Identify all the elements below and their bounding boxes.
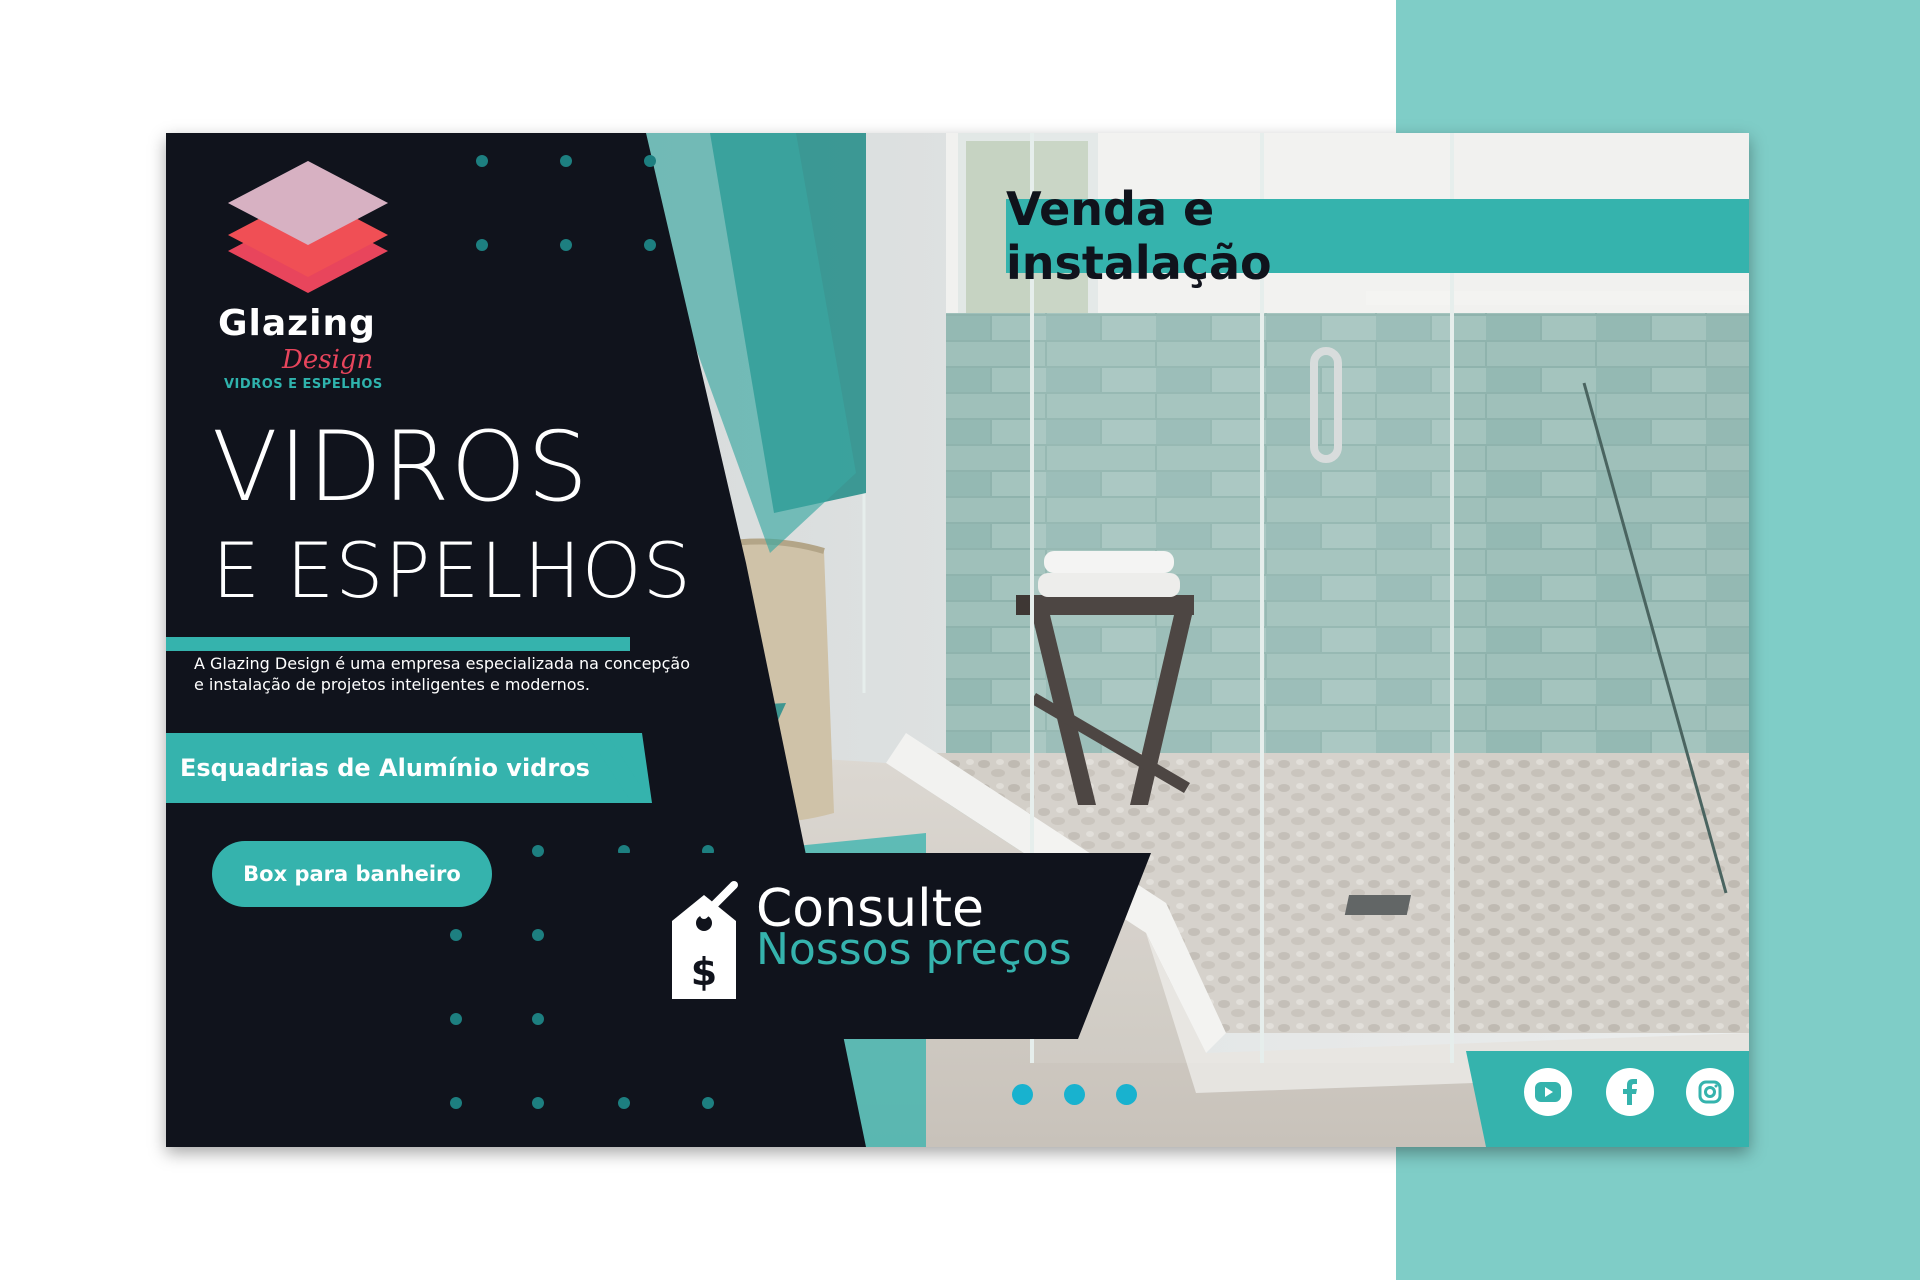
nossos-precos-text[interactable]: Nossos preços (756, 927, 1072, 973)
description-line2: e instalação de projetos inteligentes e … (194, 675, 590, 694)
facebook-icon[interactable] (1606, 1068, 1654, 1116)
svg-text:$: $ (691, 950, 717, 994)
description-line1: A Glazing Design é uma empresa especiali… (194, 654, 690, 673)
carousel-dot[interactable] (1116, 1084, 1137, 1105)
logo-name: Glazing (218, 303, 376, 344)
carousel-dot[interactable] (1064, 1084, 1085, 1105)
venda-instalacao-banner: Venda e instalação (1006, 182, 1272, 290)
carousel-dot[interactable] (1012, 1084, 1033, 1105)
logo-tagline: VIDROS E ESPELHOS (224, 377, 383, 392)
banner-card: Glazing Design VIDROS E ESPELHOS VIDROS … (166, 133, 1749, 1147)
bathroom-photo (166, 133, 1749, 1147)
carousel-dots (1012, 1084, 1137, 1105)
price-tag-dollar-icon: $ (672, 881, 738, 999)
hero-description: A Glazing Design é uma empresa especiali… (194, 653, 774, 695)
hero-title-line2: E ESPELHOS (212, 526, 692, 615)
instagram-icon[interactable] (1686, 1068, 1734, 1116)
esquadrias-badge: Esquadrias de Alumínio vidros (180, 754, 590, 782)
box-banheiro-button[interactable]: Box para banheiro (212, 841, 492, 907)
logo-design: Design (282, 345, 374, 375)
youtube-icon[interactable] (1524, 1068, 1572, 1116)
hero-title-line1: VIDROS (212, 411, 590, 523)
